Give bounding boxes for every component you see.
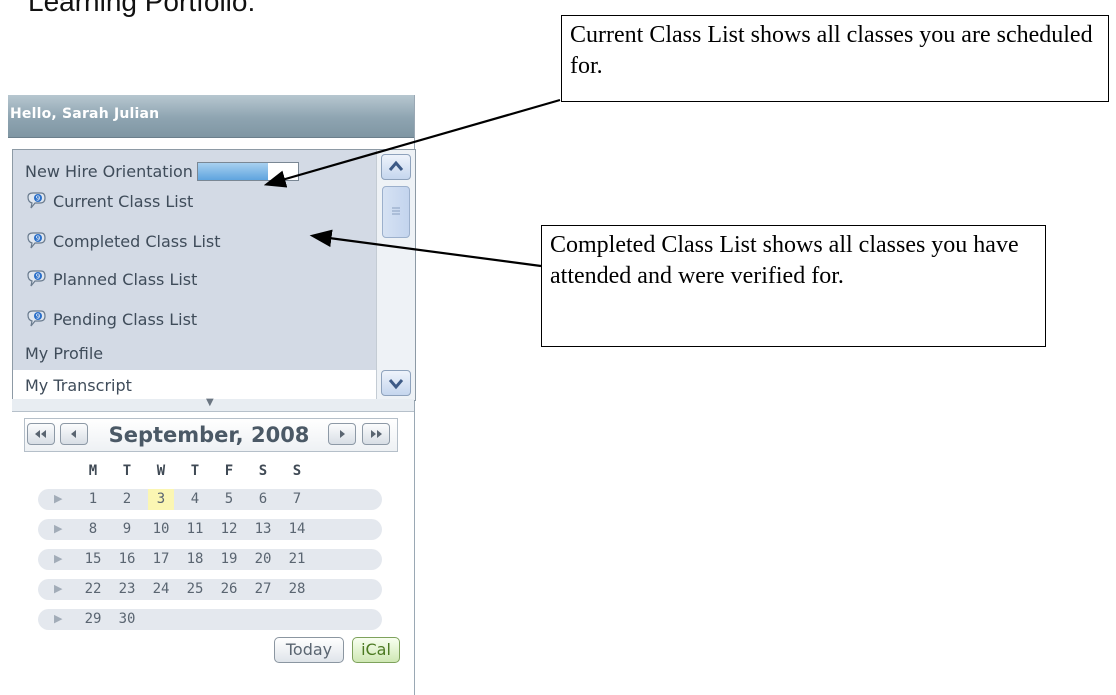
arrow-to-completed-class-list xyxy=(309,229,542,268)
arrow-to-current-class-list xyxy=(263,98,561,188)
annotation-arrows xyxy=(263,98,561,268)
